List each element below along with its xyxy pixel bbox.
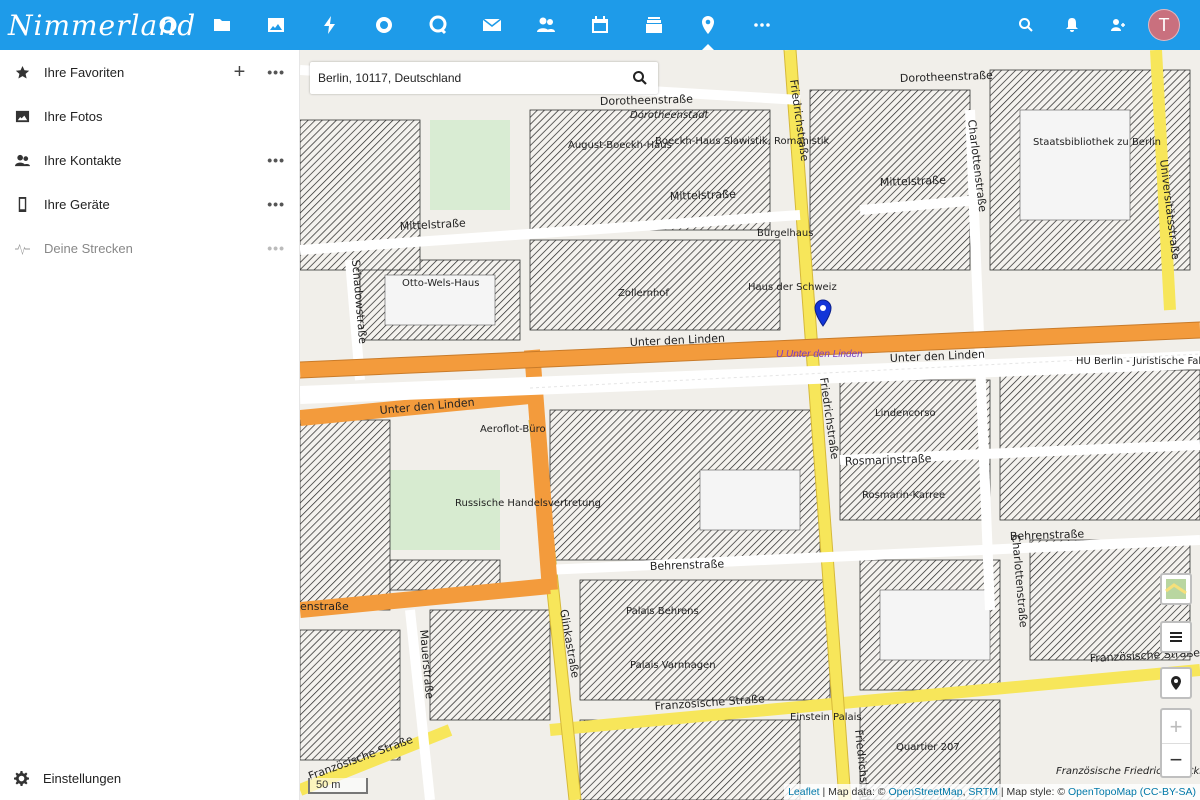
gear-icon (14, 770, 29, 786)
building-label: Palais Varnhagen (630, 660, 716, 671)
leaflet-link[interactable]: Leaflet (788, 786, 820, 798)
circles-icon[interactable] (420, 0, 456, 50)
sidebar-item-label: Ihre Fotos (44, 108, 103, 124)
menu-icon[interactable] (1160, 621, 1192, 653)
building-label: Boeckh-Haus Slawistik, Romanistik (655, 136, 830, 147)
maps-icon[interactable] (690, 0, 726, 50)
favorites-menu-button[interactable]: ••• (267, 64, 285, 80)
license-link[interactable]: (CC-BY-SA) (1140, 786, 1196, 798)
building-label: Zollernhof (618, 288, 669, 299)
photos-icon[interactable] (258, 0, 294, 50)
zoom-control: + − (1160, 708, 1192, 778)
search-input[interactable]: Berlin, 10117, Deutschland (310, 62, 658, 94)
attribution-text: | Map data: © (822, 786, 886, 798)
street-label: Mittelstraße (880, 174, 947, 189)
talk-icon[interactable] (366, 0, 402, 50)
map-view[interactable]: Unter den Linden Unter den Linden Unter … (300, 50, 1200, 800)
image-icon (14, 108, 30, 124)
building-label: Palais Behrens (626, 606, 699, 617)
settings-label: Einstellungen (43, 770, 122, 786)
zoom-in-button[interactable]: + (1162, 710, 1190, 743)
street-label: Behrenstraße (650, 557, 725, 573)
poi-label: U Unter den Linden (776, 349, 863, 360)
street-label: enstraße (300, 600, 349, 613)
srtm-link[interactable]: SRTM (968, 786, 998, 798)
activity-icon (14, 240, 30, 256)
sidebar-item-contacts[interactable]: Ihre Kontakte ••• (0, 138, 299, 182)
building-label: Aeroflot-Büro (480, 424, 546, 435)
scale-bar: 50 m (308, 778, 368, 794)
mail-icon[interactable] (474, 0, 510, 50)
dashboard-icon[interactable] (150, 0, 186, 50)
search-value: Berlin, 10117, Deutschland (318, 71, 462, 85)
contacts-icon (14, 152, 30, 168)
building-label: HU Berlin - Juristische Fakultät (1076, 356, 1200, 367)
sidebar-item-label: Ihre Kontakte (44, 152, 122, 168)
app-logo[interactable]: Nimmerland (0, 9, 195, 42)
building-label: Dorotheenstadt (630, 110, 710, 121)
building-label: Quartier 207 (896, 742, 960, 753)
app-menu (150, 0, 798, 50)
contacts-menu-button[interactable]: ••• (267, 152, 285, 168)
zoom-out-button[interactable]: − (1162, 743, 1190, 776)
phone-icon (14, 196, 30, 212)
settings-button[interactable]: Einstellungen (0, 756, 299, 800)
star-icon (14, 64, 30, 80)
sidebar-item-favorites[interactable]: Ihre Favoriten + ••• (0, 50, 299, 94)
sidebar-item-tracks[interactable]: Deine Strecken ••• (0, 226, 299, 270)
sidebar-item-label: Deine Strecken (44, 240, 133, 256)
building-label: Staatsbibliothek zu Berlin (1033, 137, 1161, 148)
more-apps-icon[interactable] (744, 0, 780, 50)
locate-icon[interactable] (1160, 667, 1192, 699)
add-favorite-button[interactable]: + (234, 61, 246, 84)
layer-preview-button[interactable] (1160, 573, 1192, 605)
building-label: Einstein Palais (790, 712, 862, 723)
tracks-menu-button[interactable]: ••• (267, 240, 285, 256)
building-label: Haus der Schweiz (748, 282, 837, 293)
building-label: Russische Handelsvertretung (455, 498, 601, 509)
street-label: Mittelstraße (670, 188, 737, 203)
map-tiles: Unter den Linden Unter den Linden Unter … (300, 50, 1200, 800)
notifications-icon[interactable] (1054, 0, 1090, 50)
otm-link[interactable]: OpenTopoMap (1068, 786, 1137, 798)
sidebar-item-label: Ihre Favoriten (44, 64, 125, 80)
street-label: Dorotheenstraße (600, 93, 694, 108)
attribution-text: | Map style: © (1000, 786, 1066, 798)
search-icon[interactable] (632, 70, 648, 86)
contacts-icon[interactable] (528, 0, 564, 50)
building-label: Lindencorso (875, 408, 936, 419)
top-bar: Nimmerland T (0, 0, 1200, 50)
building-label: Bürgelhaus (757, 228, 813, 239)
sidebar-item-devices[interactable]: Ihre Geräte ••• (0, 182, 299, 226)
files-icon[interactable] (204, 0, 240, 50)
deck-icon[interactable] (636, 0, 672, 50)
sidebar-item-photos[interactable]: Ihre Fotos (0, 94, 299, 138)
search-icon[interactable] (1008, 0, 1044, 50)
calendar-icon[interactable] (582, 0, 618, 50)
devices-menu-button[interactable]: ••• (267, 196, 285, 212)
osm-link[interactable]: OpenStreetMap (888, 786, 962, 798)
contacts-menu-icon[interactable] (1100, 0, 1136, 50)
avatar[interactable]: T (1148, 9, 1180, 41)
building-label: Rosmarin-Karree (862, 490, 945, 501)
building-label: Otto-Wels-Haus (402, 278, 479, 289)
map-attribution: Leaflet | Map data: © OpenStreetMap, SRT… (784, 784, 1200, 800)
sidebar-item-label: Ihre Geräte (44, 196, 110, 212)
sidebar: Ihre Favoriten + ••• Ihre Fotos Ihre Kon… (0, 50, 300, 800)
activity-icon[interactable] (312, 0, 348, 50)
